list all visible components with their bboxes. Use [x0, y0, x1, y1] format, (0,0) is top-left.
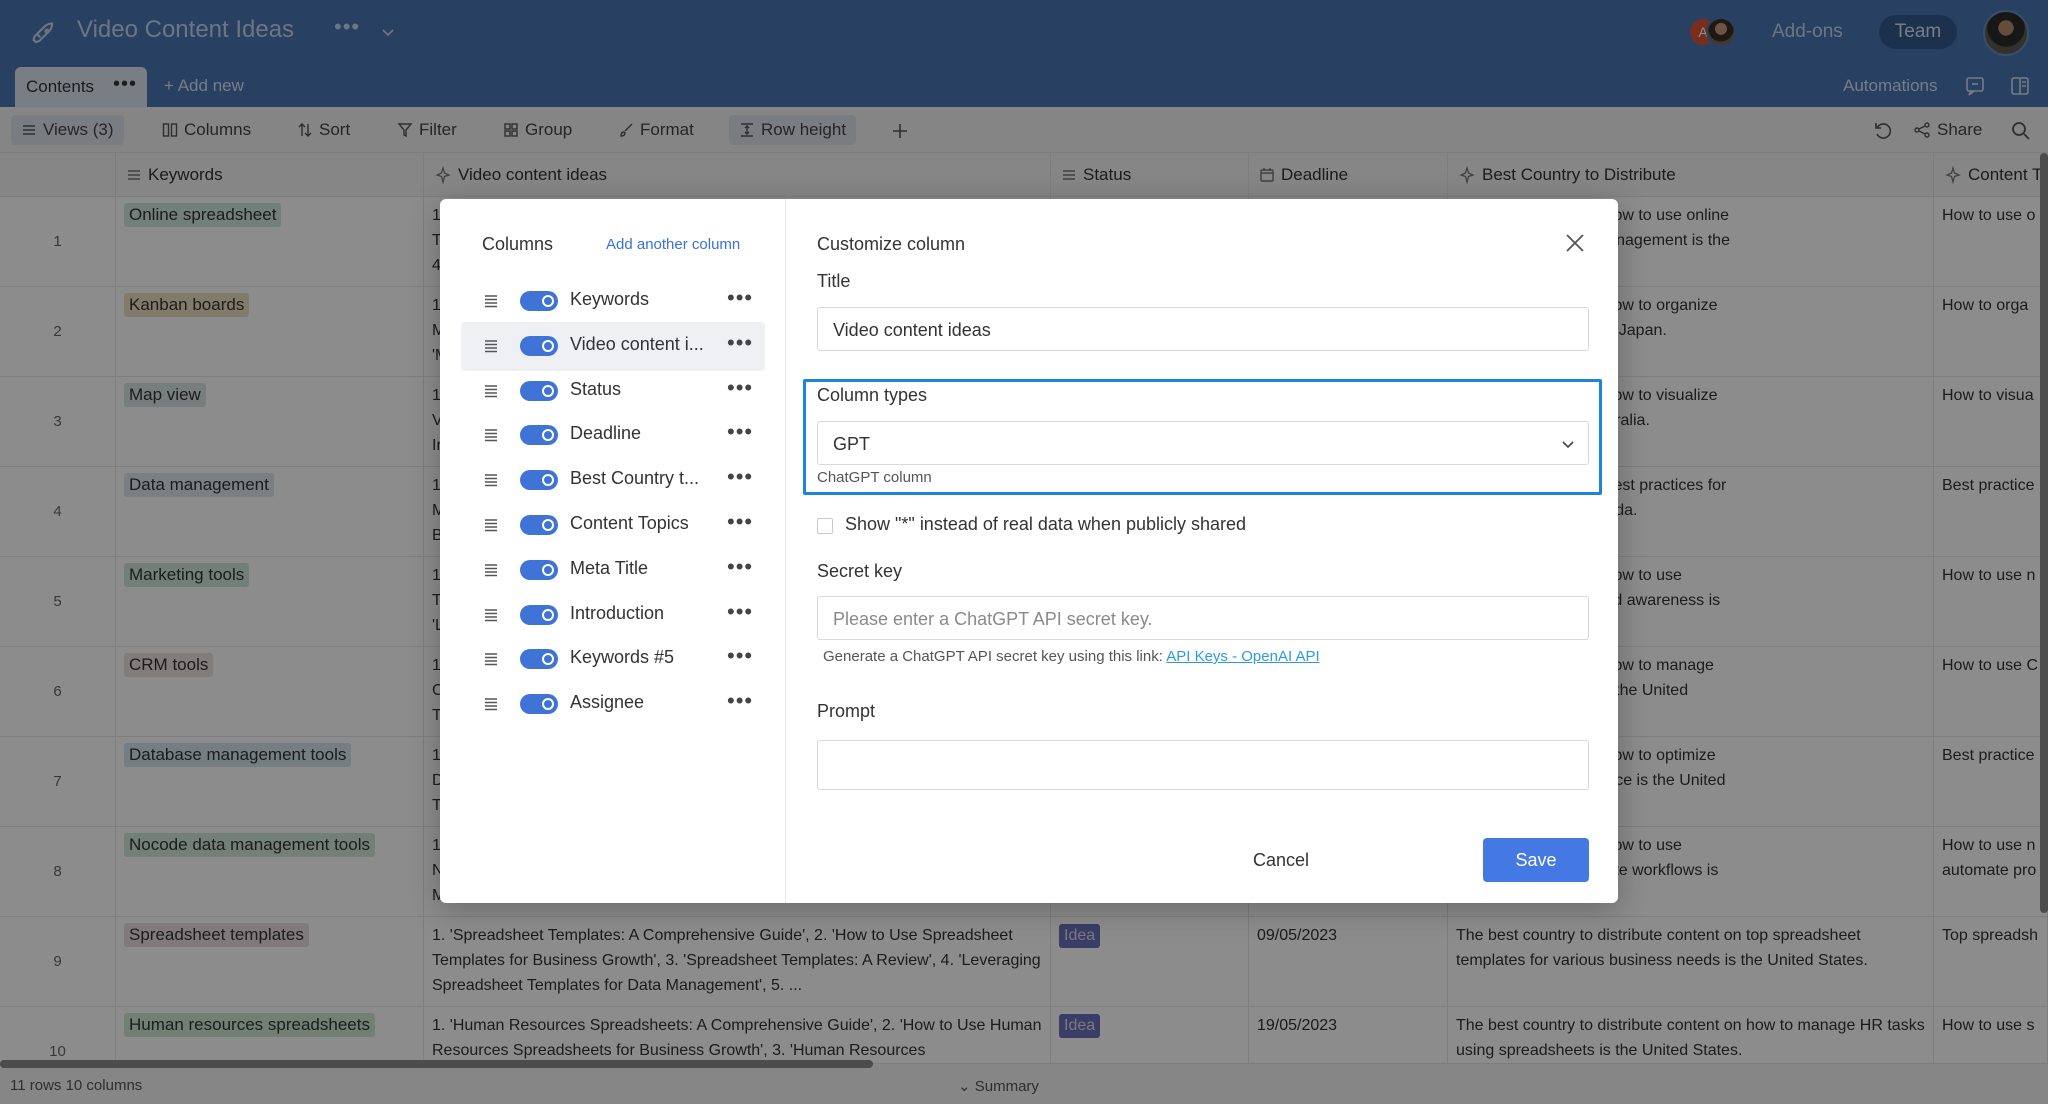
- title-input[interactable]: Video content ideas: [817, 307, 1589, 351]
- column-name: Video content i...: [570, 333, 704, 354]
- drag-handle-icon[interactable]: [483, 517, 499, 533]
- column-name: Content Topics: [570, 513, 689, 533]
- secret-key-input[interactable]: Please enter a ChatGPT API secret key.: [817, 596, 1589, 640]
- prompt-input[interactable]: [817, 740, 1589, 790]
- column-visibility-toggle[interactable]: [520, 649, 558, 670]
- column-type-value: GPT: [833, 434, 871, 454]
- column-list-panel: Columns Add another column Keywords ••• Vi…: [440, 199, 786, 903]
- column-visibility-toggle[interactable]: [520, 604, 558, 625]
- drag-handle-icon[interactable]: [483, 293, 499, 309]
- column-visibility-toggle[interactable]: [520, 380, 558, 401]
- column-more-icon[interactable]: •••: [727, 464, 753, 490]
- column-types-label: Column types: [817, 385, 928, 405]
- column-list-item[interactable]: Content Topics •••: [461, 501, 765, 550]
- generate-key-hint: Generate a ChatGPT API secret key using …: [823, 648, 1320, 665]
- cancel-button[interactable]: Cancel: [1226, 838, 1336, 882]
- column-name: Keywords #5: [570, 647, 675, 668]
- customize-title: Customize column: [817, 234, 966, 254]
- column-name: Assignee: [570, 692, 645, 713]
- column-more-icon[interactable]: •••: [727, 554, 753, 580]
- column-list-item[interactable]: Keywords •••: [461, 277, 765, 326]
- column-name: Status: [570, 378, 622, 399]
- drag-handle-icon[interactable]: [483, 607, 499, 623]
- column-visibility-toggle[interactable]: [520, 425, 558, 446]
- app-window: Video Content Ideas ••• A Add-ons Team C…: [0, 0, 2048, 1104]
- customize-panel: Customize column Title Video content ide…: [786, 199, 1618, 903]
- chevron-down-icon: [1562, 441, 1574, 449]
- column-more-icon[interactable]: •••: [727, 599, 753, 625]
- public-mask-label[interactable]: Show "*" instead of real data when publi…: [845, 514, 1246, 535]
- drag-handle-icon[interactable]: [483, 427, 499, 443]
- public-mask-checkbox[interactable]: [817, 518, 833, 534]
- column-visibility-toggle[interactable]: [520, 470, 558, 491]
- close-icon[interactable]: [1564, 232, 1586, 254]
- column-more-icon[interactable]: •••: [727, 375, 753, 401]
- column-list-item[interactable]: Introduction •••: [461, 591, 765, 640]
- drag-handle-icon[interactable]: [483, 696, 499, 712]
- column-visibility-toggle[interactable]: [520, 694, 558, 715]
- column-visibility-toggle[interactable]: [520, 515, 558, 535]
- column-more-icon[interactable]: •••: [727, 330, 753, 356]
- column-list-item[interactable]: Status •••: [461, 367, 765, 416]
- drag-handle-icon[interactable]: [483, 338, 499, 354]
- column-name: Keywords: [570, 289, 650, 309]
- column-type-hint: ChatGPT column: [817, 469, 932, 486]
- column-visibility-toggle[interactable]: [520, 559, 558, 580]
- column-visibility-toggle[interactable]: [520, 335, 558, 356]
- column-list-item[interactable]: Meta Title •••: [461, 546, 765, 595]
- column-name: Deadline: [570, 423, 642, 444]
- column-name: Meta Title: [570, 557, 649, 578]
- column-type-select[interactable]: GPT: [817, 421, 1589, 465]
- drag-handle-icon[interactable]: [483, 472, 499, 488]
- column-more-icon[interactable]: •••: [727, 509, 753, 535]
- drag-handle-icon[interactable]: [483, 651, 499, 667]
- drag-handle-icon[interactable]: [483, 562, 499, 578]
- columns-heading: Columns: [482, 234, 554, 254]
- generate-key-text: Generate a ChatGPT API secret key using …: [823, 648, 1163, 665]
- column-more-icon[interactable]: •••: [727, 643, 753, 669]
- add-another-column-link[interactable]: Add another column: [606, 236, 740, 253]
- column-visibility-toggle[interactable]: [520, 291, 558, 311]
- column-list-item[interactable]: Assignee •••: [461, 680, 765, 729]
- column-list-item[interactable]: Deadline •••: [461, 411, 765, 460]
- column-list-item[interactable]: Keywords #5 •••: [461, 635, 765, 684]
- column-name: Best Country t...: [570, 468, 700, 489]
- title-label: Title: [817, 271, 851, 291]
- customize-column-modal: Columns Add another column Keywords ••• Vi…: [440, 199, 1618, 903]
- column-more-icon[interactable]: •••: [727, 285, 753, 311]
- api-keys-link[interactable]: API Keys - OpenAI API: [1166, 648, 1319, 665]
- column-name: Introduction: [570, 602, 665, 623]
- drag-handle-icon[interactable]: [483, 383, 499, 399]
- prompt-label: Prompt: [817, 701, 876, 721]
- column-more-icon[interactable]: •••: [727, 688, 753, 714]
- save-button[interactable]: Save: [1483, 838, 1589, 882]
- column-list-item[interactable]: Video content i... •••: [461, 321, 765, 371]
- column-more-icon[interactable]: •••: [727, 419, 753, 445]
- column-list-item[interactable]: Best Country t... •••: [461, 456, 765, 505]
- secret-key-label: Secret key: [817, 561, 903, 581]
